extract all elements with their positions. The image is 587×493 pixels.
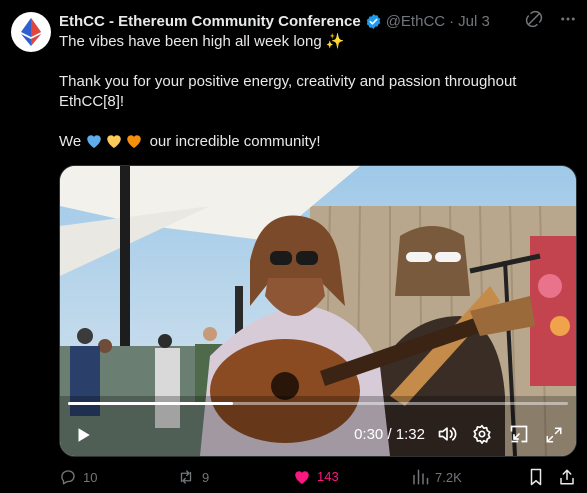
bookmark-button[interactable] [528,468,544,486]
play-icon[interactable] [74,426,92,444]
repost-count: 9 [202,469,210,485]
tweet-line-3-suffix: our incredible community! [149,133,321,150]
tweet-header: EthCC - Ethereum Community Conference @E… [59,10,490,32]
tweet-line-3-prefix: We [59,133,82,150]
separator-dot: · [449,12,455,30]
blue-heart-icon [85,132,103,155]
heart-filled-icon [295,471,309,484]
tweet-line-2: Thank you for your positive energy, crea… [59,73,517,110]
top-actions [525,10,577,33]
avatar[interactable] [11,12,51,52]
ethcc-logo-icon [21,18,41,46]
share-icon [560,469,574,485]
settings-gear-icon[interactable] [472,424,492,444]
video-player[interactable]: 0:30 / 1:32 [59,165,577,457]
orange-heart-icon [125,132,143,155]
repost-button[interactable]: 9 [176,468,209,486]
video-duration: 1:32 [395,426,425,443]
like-button[interactable]: 143 [293,468,339,485]
volume-icon[interactable] [437,424,457,444]
reply-count: 10 [83,469,98,485]
author-handle[interactable]: @EthCC [386,13,445,30]
video-time-separator: / [387,426,392,443]
views-chart-icon [413,469,429,485]
video-frame [60,166,576,456]
verified-badge-icon [365,13,382,30]
share-button[interactable] [558,468,576,486]
reply-button[interactable]: 10 [59,468,97,486]
picture-in-picture-icon[interactable] [509,424,529,444]
tweet-actions: 10 9 143 7.2K [59,468,579,490]
author-name[interactable]: EthCC - Ethereum Community Conference [59,13,361,30]
video-progress-bar[interactable] [68,402,568,405]
tweet-date[interactable]: Jul 3 [458,13,490,30]
bookmark-icon [530,468,542,486]
more-options-icon[interactable] [559,10,577,33]
reply-icon [61,470,75,485]
like-count: 143 [317,469,339,484]
tweet-line-1: The vibes have been high all week long ✨ [59,33,345,50]
grok-icon[interactable] [525,10,543,33]
video-time: 0:30 / 1:32 [354,426,425,443]
views-button[interactable]: 7.2K [411,468,462,486]
video-progress-fill [68,402,233,405]
fullscreen-icon[interactable] [545,426,563,444]
repost-icon [180,470,192,484]
tweet-line-3: We our incredible community! [59,132,574,155]
view-count: 7.2K [435,469,462,485]
video-current-time: 0:30 [354,426,384,443]
yellow-heart-icon [105,132,123,155]
tweet-text: The vibes have been high all week long ✨… [59,32,574,155]
